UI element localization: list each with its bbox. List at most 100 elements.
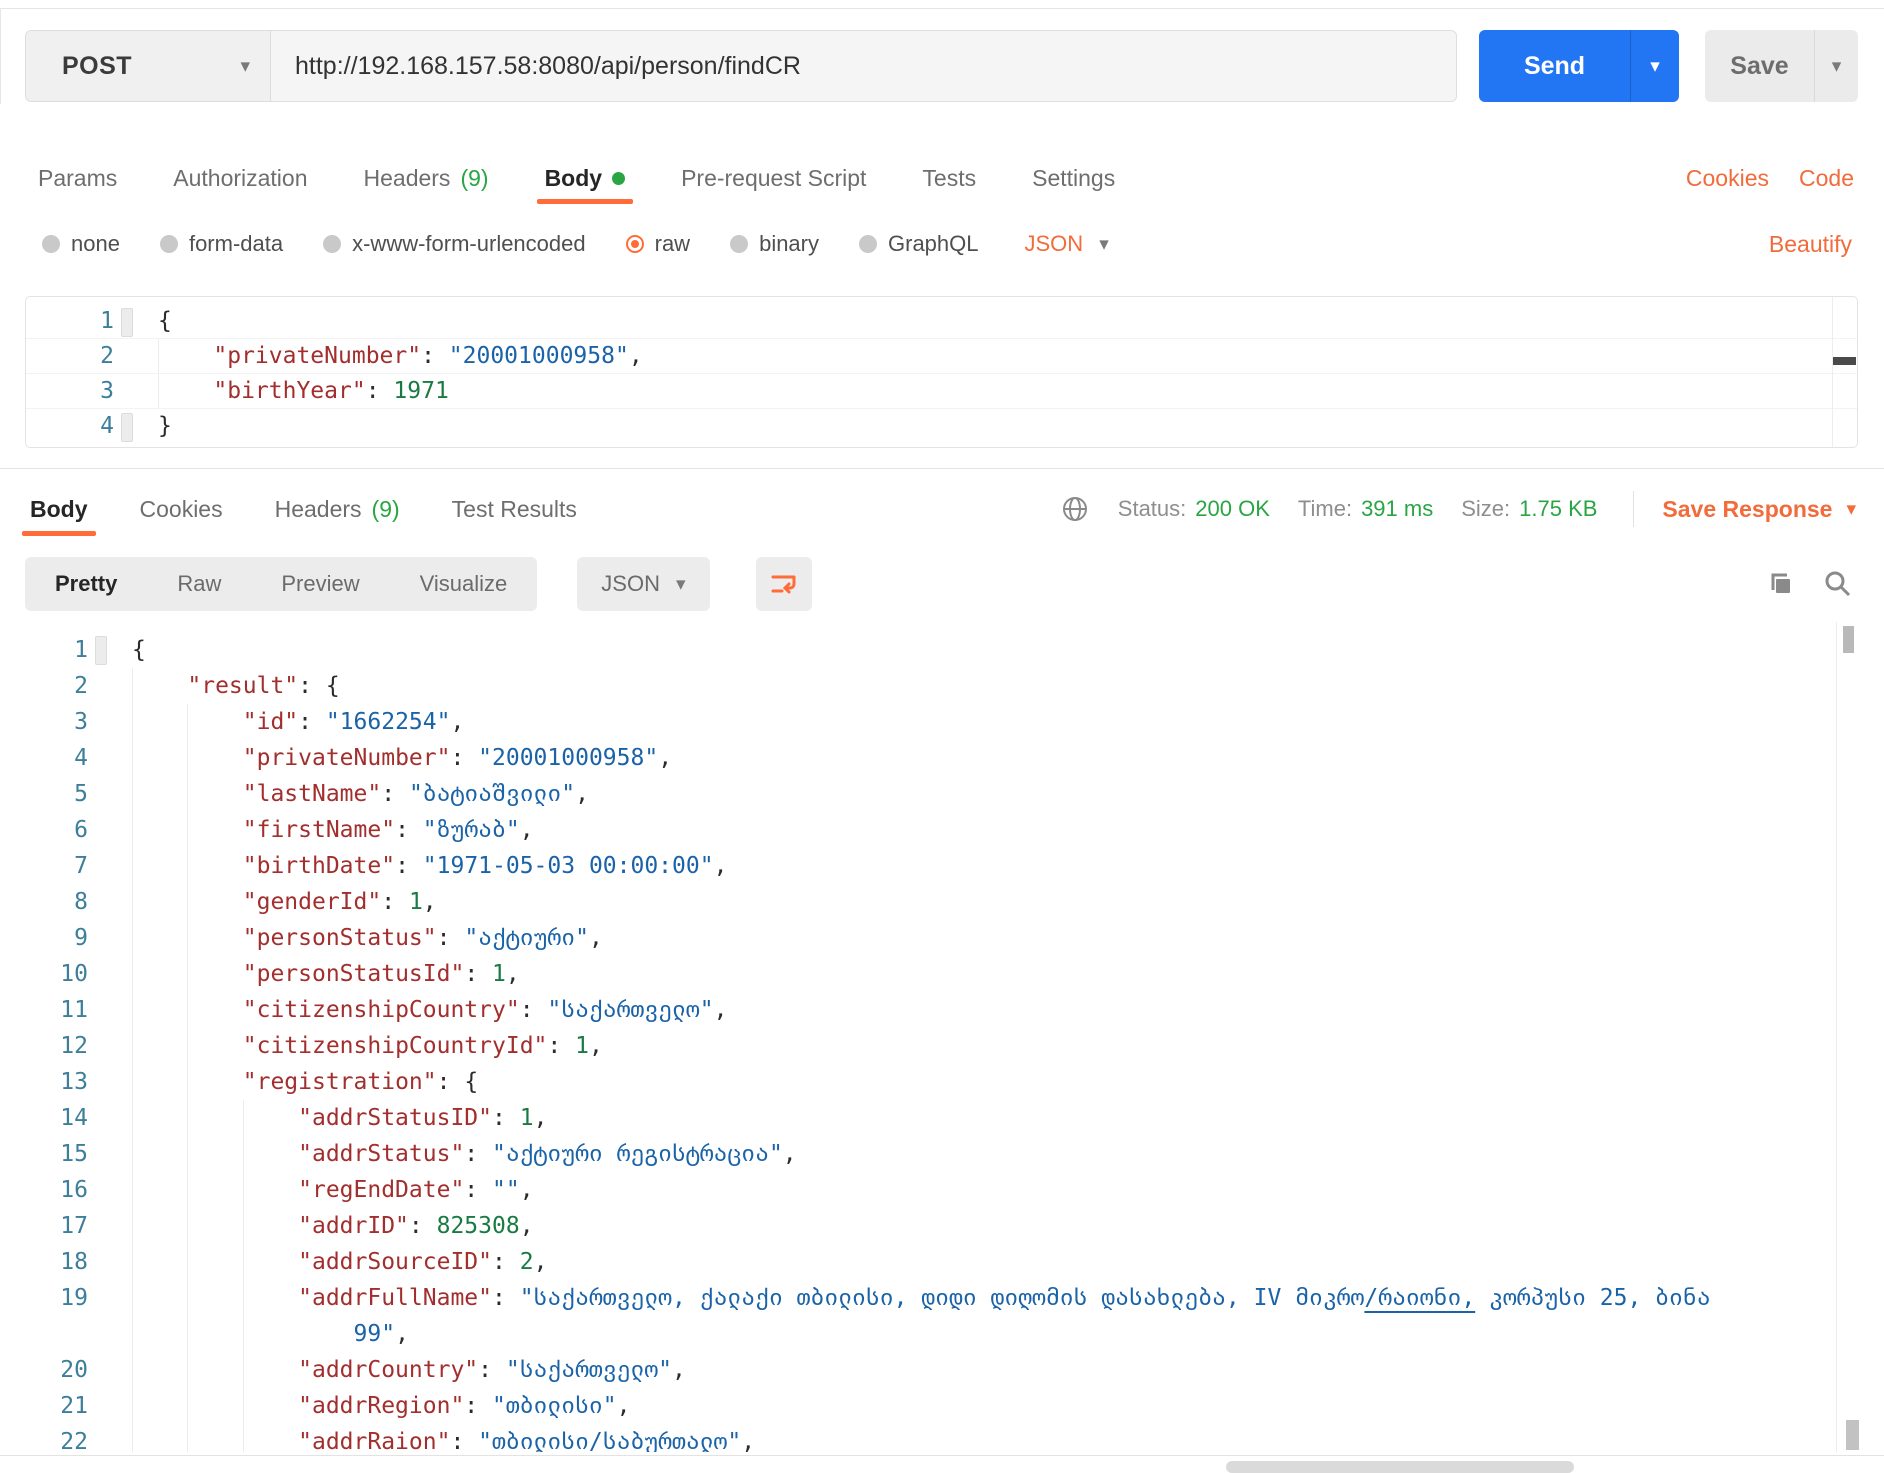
- tab-params[interactable]: Params: [38, 152, 117, 204]
- code-text: "id": "1662254",: [114, 704, 464, 740]
- send-button[interactable]: Send: [1479, 30, 1630, 102]
- code-line: 11 "citizenshipCountry": "საქართველო",: [0, 992, 1830, 1028]
- response-language-select[interactable]: JSON ▾: [577, 557, 710, 611]
- tab-prerequest-script[interactable]: Pre-request Script: [681, 152, 866, 204]
- code-line: 12 "citizenshipCountryId": 1,: [0, 1028, 1830, 1064]
- line-number: 14: [60, 1105, 88, 1131]
- save-response-caret-icon: ▾: [1846, 498, 1856, 520]
- radio-binary[interactable]: binary: [730, 231, 819, 257]
- search-button[interactable]: [1822, 568, 1854, 600]
- send-options-button[interactable]: ▾: [1630, 30, 1679, 102]
- code-text: "addrCountry": "საქართველო",: [114, 1352, 686, 1388]
- radio-none-label: none: [71, 231, 120, 256]
- code-text: "personStatus": "აქტიური",: [114, 920, 603, 956]
- line-number: 12: [60, 1033, 88, 1059]
- radio-graphql[interactable]: GraphQL: [859, 231, 979, 257]
- radio-form-data-label: form-data: [188, 231, 284, 256]
- request-editor-scroll-track[interactable]: [1832, 297, 1833, 447]
- code-link[interactable]: Code: [1799, 165, 1854, 192]
- tab-headers[interactable]: Headers (9): [364, 152, 489, 204]
- code-line: 1{: [0, 632, 1830, 668]
- fold-gutter: [88, 632, 114, 668]
- bottom-right-scroll-thumb[interactable]: [1846, 1420, 1859, 1450]
- line-number: 3: [100, 378, 114, 404]
- response-tab-body[interactable]: Body: [22, 482, 95, 536]
- fold-gutter: [88, 1280, 114, 1316]
- radio-urlencoded[interactable]: x-www-form-urlencoded: [323, 231, 586, 257]
- radio-raw-icon: [625, 235, 644, 253]
- send-caret-icon: ▾: [1650, 55, 1660, 77]
- wrap-text-button[interactable]: [755, 557, 812, 611]
- code-text: "addrRaion": "თბილისი/საბურთალო",: [114, 1424, 755, 1452]
- radio-form-data[interactable]: form-data: [159, 231, 284, 257]
- fold-gutter: [88, 812, 114, 848]
- save-response-button[interactable]: Save Response ▾: [1662, 496, 1856, 523]
- response-meta: Status: 200 OK Time: 391 ms Size: 1.75 K…: [1060, 491, 1856, 527]
- radio-none[interactable]: none: [42, 231, 120, 257]
- line-number: 15: [60, 1141, 88, 1167]
- time-value: 391 ms: [1361, 496, 1434, 521]
- response-body-viewer[interactable]: 1{2 "result": {3 "id": "1662254", 4 "private…: [0, 622, 1830, 1452]
- code-line: 14 "addrStatusID": 1,: [0, 1100, 1830, 1136]
- fold-gutter: [88, 1028, 114, 1064]
- save-button[interactable]: Save: [1705, 30, 1814, 102]
- tab-headers-label: Headers: [363, 164, 451, 191]
- line-number: 6: [74, 817, 88, 843]
- response-scroll-thumb[interactable]: [1843, 626, 1854, 653]
- view-pretty[interactable]: Pretty: [25, 571, 147, 597]
- line-number: 4: [74, 745, 88, 771]
- code-line: 18 "addrSourceID": 2,: [0, 1244, 1830, 1280]
- view-preview[interactable]: Preview: [251, 571, 389, 597]
- fold-gutter: [88, 1100, 114, 1136]
- line-number: 7: [74, 853, 88, 879]
- radio-urlencoded-label: x-www-form-urlencoded: [352, 231, 586, 256]
- response-tab-cookies[interactable]: Cookies: [140, 482, 223, 536]
- url-text: http://192.168.157.58:8080/api/person/fi…: [295, 51, 801, 80]
- code-line: 8 "genderId": 1,: [0, 884, 1830, 920]
- code-line: 99",: [0, 1316, 1830, 1352]
- tab-tests[interactable]: Tests: [922, 152, 976, 204]
- cookies-link[interactable]: Cookies: [1686, 165, 1769, 192]
- url-input[interactable]: http://192.168.157.58:8080/api/person/fi…: [271, 31, 1456, 101]
- save-options-button[interactable]: ▾: [1814, 30, 1858, 102]
- code-text: "citizenshipCountryId": 1,: [114, 1028, 603, 1064]
- tab-authorization[interactable]: Authorization: [173, 152, 307, 204]
- status-label: Status:: [1117, 496, 1187, 521]
- code-line: 5 "lastName": "ბატიაშვილი",: [0, 776, 1830, 812]
- method-select[interactable]: POST ▾: [26, 31, 271, 101]
- response-tab-headers[interactable]: Headers (9): [275, 482, 400, 536]
- tab-params-label: Params: [38, 164, 118, 191]
- copy-button[interactable]: [1764, 568, 1796, 600]
- code-text: "genderId": 1,: [114, 884, 437, 920]
- view-visualize[interactable]: Visualize: [390, 571, 538, 597]
- view-raw[interactable]: Raw: [147, 571, 251, 597]
- response-scroll-track[interactable]: [1836, 622, 1837, 1452]
- fold-gutter: [88, 920, 114, 956]
- code-line: 19 "addrFullName": "საქართველო, ქალაქი თბ…: [0, 1280, 1830, 1316]
- radio-raw[interactable]: raw: [625, 231, 690, 257]
- code-text: "addrSourceID": 2,: [114, 1244, 547, 1280]
- request-tabs-right: Cookies Code: [1686, 165, 1854, 192]
- tab-settings[interactable]: Settings: [1032, 152, 1115, 204]
- code-text: "registration": {: [114, 1064, 478, 1100]
- code-text: "addrID": 825308,: [114, 1208, 534, 1244]
- fold-gutter: [88, 1208, 114, 1244]
- response-tab-test-results[interactable]: Test Results: [452, 482, 577, 536]
- code-text: "addrStatusID": 1,: [114, 1100, 547, 1136]
- search-icon: [1825, 571, 1851, 597]
- code-line: 1{: [26, 304, 1857, 338]
- fold-gutter: [114, 304, 140, 338]
- code-line: 20 "addrCountry": "საქართველო",: [0, 1352, 1830, 1388]
- code-line: 15 "addrStatus": "აქტიური რეგისტრაცია",: [0, 1136, 1830, 1172]
- line-number: 4: [100, 413, 114, 439]
- code-text: "regEndDate": "",: [114, 1172, 534, 1208]
- body-language-select[interactable]: JSON ▾: [1025, 231, 1109, 257]
- time-meta: Time: 391 ms: [1298, 496, 1433, 522]
- line-number: 3: [74, 709, 88, 735]
- fold-gutter: [114, 374, 140, 408]
- tab-body[interactable]: Body: [536, 152, 633, 204]
- horizontal-scrollbar-thumb[interactable]: [1226, 1461, 1574, 1473]
- request-body-editor[interactable]: 1{2 "privateNumber": "20001000958", 3 "birt…: [25, 296, 1858, 448]
- beautify-link[interactable]: Beautify: [1769, 231, 1852, 258]
- response-headers-count-badge: (9): [371, 495, 400, 522]
